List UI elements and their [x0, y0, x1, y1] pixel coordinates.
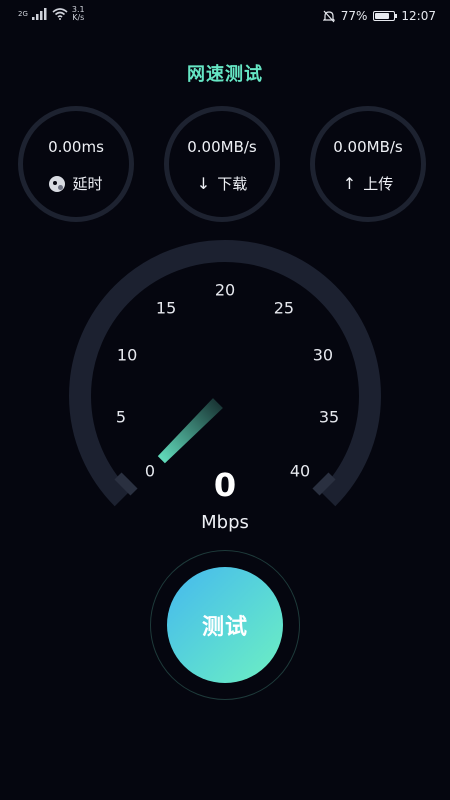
test-button[interactable]: 测试 — [167, 567, 283, 683]
gauge-tick-label: 35 — [318, 407, 340, 427]
gauge-tick-label: 10 — [116, 345, 138, 365]
speed-value: 0 — [213, 466, 237, 504]
gauge-tick-label: 15 — [155, 298, 177, 318]
gauge-tick-label: 20 — [214, 280, 236, 300]
gauge-tick-label: 30 — [312, 345, 334, 365]
gauge-needle — [157, 398, 223, 464]
gauge-tick-label: 5 — [115, 407, 127, 427]
gauge-tick-label: 25 — [273, 298, 295, 318]
speed-unit: Mbps — [201, 512, 249, 533]
